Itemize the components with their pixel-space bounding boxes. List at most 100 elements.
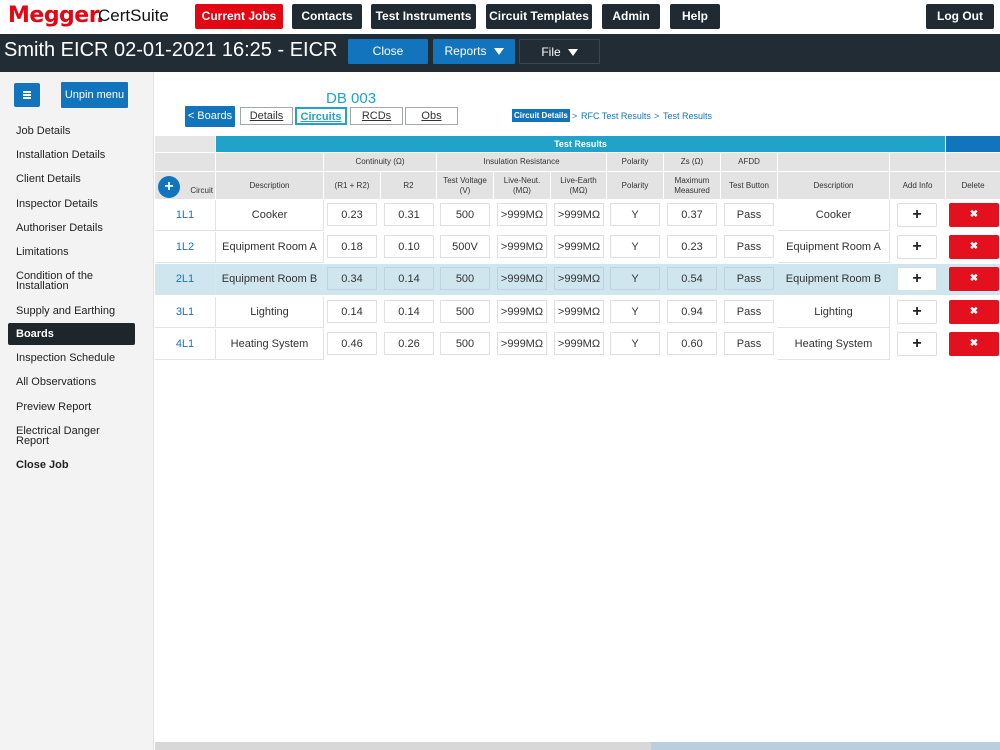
delete-button[interactable]: ✖: [949, 267, 999, 291]
back-to-boards-button[interactable]: < Boards: [185, 106, 235, 127]
add-info-button[interactable]: +: [897, 267, 937, 291]
caret-down-icon: [493, 48, 504, 55]
test-voltage-input[interactable]: 500: [440, 300, 490, 323]
help-button[interactable]: Help: [670, 4, 720, 29]
live-neut-input[interactable]: >999MΩ: [497, 235, 547, 258]
tab-circuits[interactable]: Circuits: [295, 107, 347, 125]
zs-input[interactable]: 0.94: [667, 300, 717, 323]
sidebar-item-installation-details[interactable]: Installation Details: [16, 150, 105, 161]
live-earth-input[interactable]: >999MΩ: [554, 267, 604, 290]
contacts-button[interactable]: Contacts: [292, 4, 362, 29]
crumb-separator: >: [654, 111, 660, 121]
current-jobs-button[interactable]: Current Jobs: [195, 4, 283, 29]
add-info-button[interactable]: +: [897, 300, 937, 324]
tab-rcds[interactable]: RCDs: [350, 107, 403, 125]
r1r2-input[interactable]: 0.18: [327, 235, 377, 258]
logout-button[interactable]: Log Out: [926, 4, 994, 29]
sidebar-item-condition[interactable]: Condition of the Installation: [16, 271, 126, 292]
circuit-ref[interactable]: 2L1: [155, 264, 216, 295]
sidebar-item-boards[interactable]: Boards: [8, 323, 135, 345]
live-earth-input[interactable]: >999MΩ: [554, 203, 604, 226]
sidebar-item-inspection-schedule[interactable]: Inspection Schedule: [16, 353, 115, 364]
afdd-input[interactable]: Pass: [724, 332, 774, 355]
polarity-input[interactable]: Y: [610, 300, 660, 323]
live-neut-input[interactable]: >999MΩ: [497, 267, 547, 290]
test-instruments-button[interactable]: Test Instruments: [371, 4, 476, 29]
add-circuit-button[interactable]: +: [158, 176, 180, 198]
delete-button[interactable]: ✖: [949, 235, 999, 259]
polarity-input[interactable]: Y: [610, 203, 660, 226]
add-info-button[interactable]: +: [897, 235, 937, 259]
polarity-input[interactable]: Y: [610, 235, 660, 258]
add-info-button[interactable]: +: [897, 203, 937, 227]
add-info-button[interactable]: +: [897, 332, 937, 356]
crumb-circuit-details[interactable]: Circuit Details: [512, 109, 570, 122]
sidebar-item-client-details[interactable]: Client Details: [16, 174, 81, 185]
r1r2-input[interactable]: 0.46: [327, 332, 377, 355]
live-neut-input[interactable]: >999MΩ: [497, 203, 547, 226]
delete-button[interactable]: ✖: [949, 300, 999, 324]
delete-button[interactable]: ✖: [949, 203, 999, 227]
file-menu-button[interactable]: File: [519, 39, 600, 64]
zs-input[interactable]: 0.60: [667, 332, 717, 355]
r2-input[interactable]: 0.14: [384, 267, 434, 290]
reports-menu-button[interactable]: Reports: [433, 39, 515, 64]
circuit-description: Lighting: [216, 297, 324, 328]
admin-button[interactable]: Admin: [602, 4, 660, 29]
unpin-menu-button[interactable]: Unpin menu: [61, 82, 128, 108]
test-results-header: Test Results: [216, 136, 945, 152]
r2-input[interactable]: 0.31: [384, 203, 434, 226]
afdd-input[interactable]: Pass: [724, 235, 774, 258]
live-earth-input[interactable]: >999MΩ: [554, 300, 604, 323]
col-description: Description: [216, 172, 323, 199]
sidebar-item-authoriser-details[interactable]: Authoriser Details: [16, 223, 103, 234]
circuit-ref[interactable]: 1L2: [155, 232, 216, 263]
circuit-templates-button[interactable]: Circuit Templates: [486, 4, 592, 29]
sidebar-item-limitations[interactable]: Limitations: [16, 247, 69, 258]
polarity-input[interactable]: Y: [610, 332, 660, 355]
sidebar-item-preview-report[interactable]: Preview Report: [16, 402, 91, 413]
afdd-input[interactable]: Pass: [724, 267, 774, 290]
menu-toggle-icon[interactable]: [14, 83, 40, 107]
close-job-button[interactable]: Close: [348, 39, 428, 64]
r2-input[interactable]: 0.10: [384, 235, 434, 258]
col-live-earth: Live-Earth (MΩ): [551, 172, 606, 199]
sidebar-item-all-observations[interactable]: All Observations: [16, 377, 96, 388]
live-neut-input[interactable]: >999MΩ: [497, 300, 547, 323]
r1r2-input[interactable]: 0.34: [327, 267, 377, 290]
sidebar-item-inspector-details[interactable]: Inspector Details: [16, 199, 98, 210]
r1r2-input[interactable]: 0.14: [327, 300, 377, 323]
circuit-ref[interactable]: 3L1: [155, 297, 216, 328]
crumb-rfc-test-results[interactable]: RFC Test Results: [581, 111, 651, 121]
table-row: 4L1 Heating System 0.46 0.26 500 >999MΩ …: [155, 329, 1000, 360]
sidebar-item-job-details[interactable]: Job Details: [16, 126, 70, 137]
sidebar-item-electrical-danger[interactable]: Electrical Danger Report: [16, 426, 116, 447]
polarity-input[interactable]: Y: [610, 267, 660, 290]
tab-obs[interactable]: Obs: [405, 107, 458, 125]
crumb-test-results[interactable]: Test Results: [663, 111, 712, 121]
test-voltage-input[interactable]: 500: [440, 267, 490, 290]
horizontal-scrollbar[interactable]: [155, 742, 651, 750]
test-voltage-input[interactable]: 500: [440, 332, 490, 355]
live-neut-input[interactable]: >999MΩ: [497, 332, 547, 355]
live-earth-input[interactable]: >999MΩ: [554, 332, 604, 355]
tab-details[interactable]: Details: [240, 107, 293, 125]
live-earth-input[interactable]: >999MΩ: [554, 235, 604, 258]
zs-input[interactable]: 0.54: [667, 267, 717, 290]
afdd-input[interactable]: Pass: [724, 300, 774, 323]
r2-input[interactable]: 0.14: [384, 300, 434, 323]
zs-input[interactable]: 0.23: [667, 235, 717, 258]
group-afdd: AFDD: [721, 153, 777, 171]
test-voltage-input[interactable]: 500V: [440, 235, 490, 258]
certsuite-label: CertSuite: [98, 6, 169, 25]
circuit-ref[interactable]: 1L1: [155, 200, 216, 231]
sidebar-item-supply-earthing[interactable]: Supply and Earthing: [16, 306, 115, 317]
delete-button[interactable]: ✖: [949, 332, 999, 356]
afdd-input[interactable]: Pass: [724, 203, 774, 226]
test-voltage-input[interactable]: 500: [440, 203, 490, 226]
sidebar-item-close-job[interactable]: Close Job: [16, 460, 69, 471]
r2-input[interactable]: 0.26: [384, 332, 434, 355]
r1r2-input[interactable]: 0.23: [327, 203, 377, 226]
circuit-ref[interactable]: 4L1: [155, 329, 216, 360]
zs-input[interactable]: 0.37: [667, 203, 717, 226]
